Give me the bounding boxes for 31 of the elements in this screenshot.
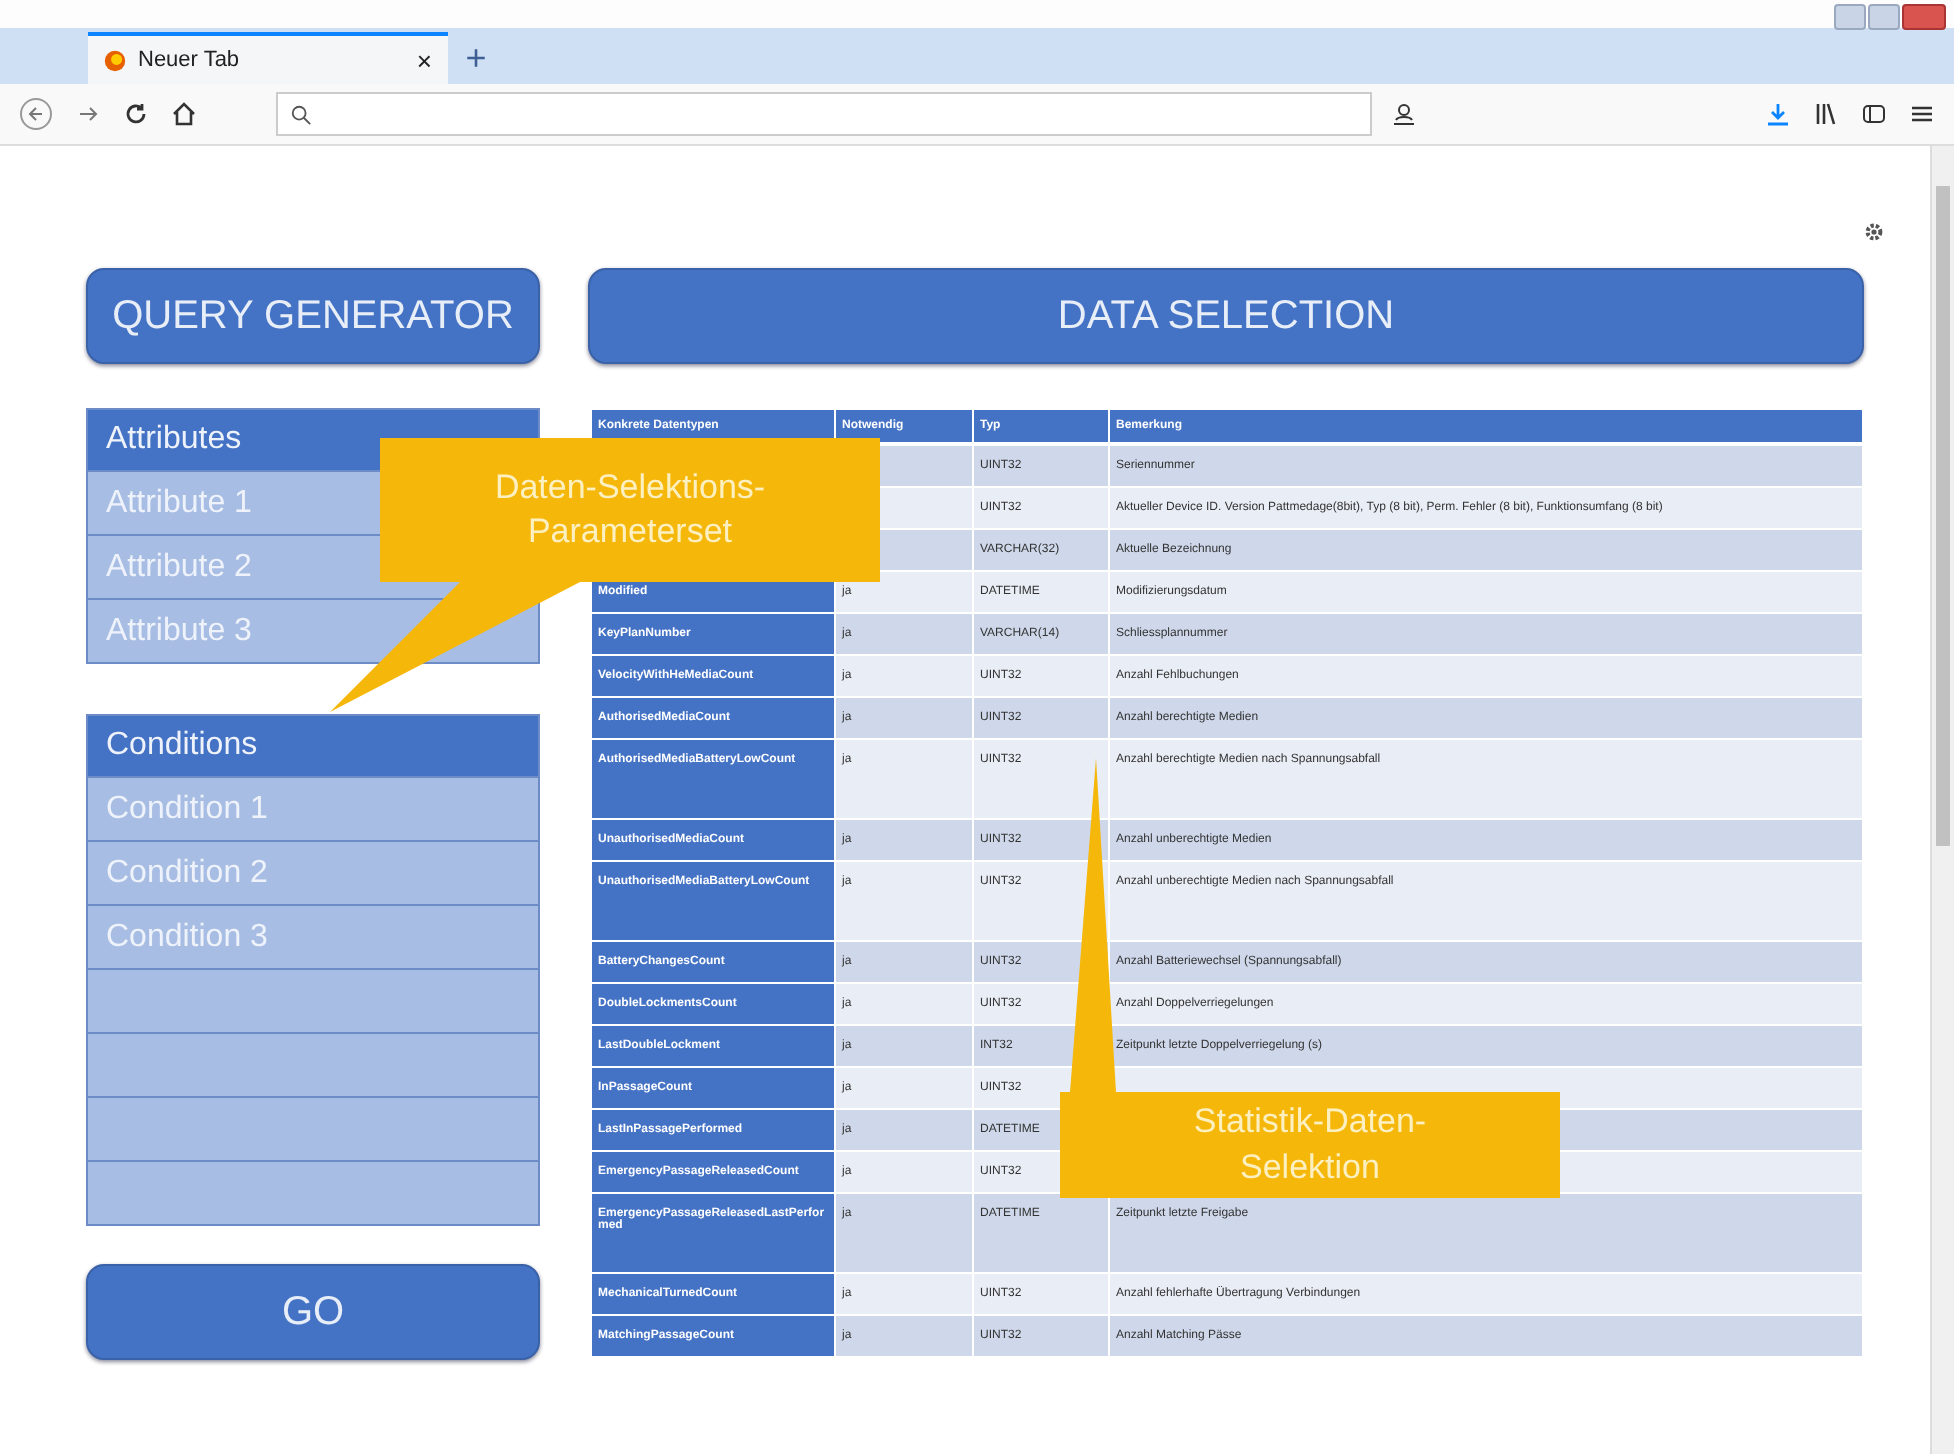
back-button[interactable] [16,94,56,134]
person-icon [1392,102,1416,126]
browser-logo-icon [104,49,126,71]
go-button[interactable]: GO [86,1264,540,1360]
empty-list-item[interactable] [88,1160,538,1224]
home-button[interactable] [168,98,200,130]
callout-text: Statistik-Daten- Selektion [1191,1100,1429,1189]
search-icon [290,103,312,125]
list-item[interactable]: Condition 1 [88,776,538,840]
group-header: Conditions [88,716,538,776]
empty-list-item[interactable] [88,968,538,1032]
settings-icon[interactable] [1862,220,1886,244]
reload-icon [124,102,148,126]
download-icon [1766,102,1790,126]
forward-arrow-icon [76,102,100,126]
home-icon [172,102,196,126]
address-field[interactable] [276,92,1372,136]
empty-list-item[interactable] [88,1032,538,1096]
query-generator-button[interactable]: QUERY GENERATOR [86,268,540,364]
account-button[interactable] [1388,98,1420,130]
scrollbar[interactable] [1930,146,1954,1454]
library-icon [1814,102,1838,126]
data-selection-button[interactable]: DATA SELECTION [588,268,1864,364]
browser-tab[interactable]: Neuer Tab × [88,32,448,84]
new-tab-button[interactable]: + [448,32,504,84]
list-item[interactable]: Condition 3 [88,904,538,968]
list-item[interactable]: Condition 2 [88,840,538,904]
sidebar-icon [1862,102,1886,126]
menu-icon [1910,102,1934,126]
empty-list-item[interactable] [88,1096,538,1160]
download-button[interactable] [1762,98,1794,130]
